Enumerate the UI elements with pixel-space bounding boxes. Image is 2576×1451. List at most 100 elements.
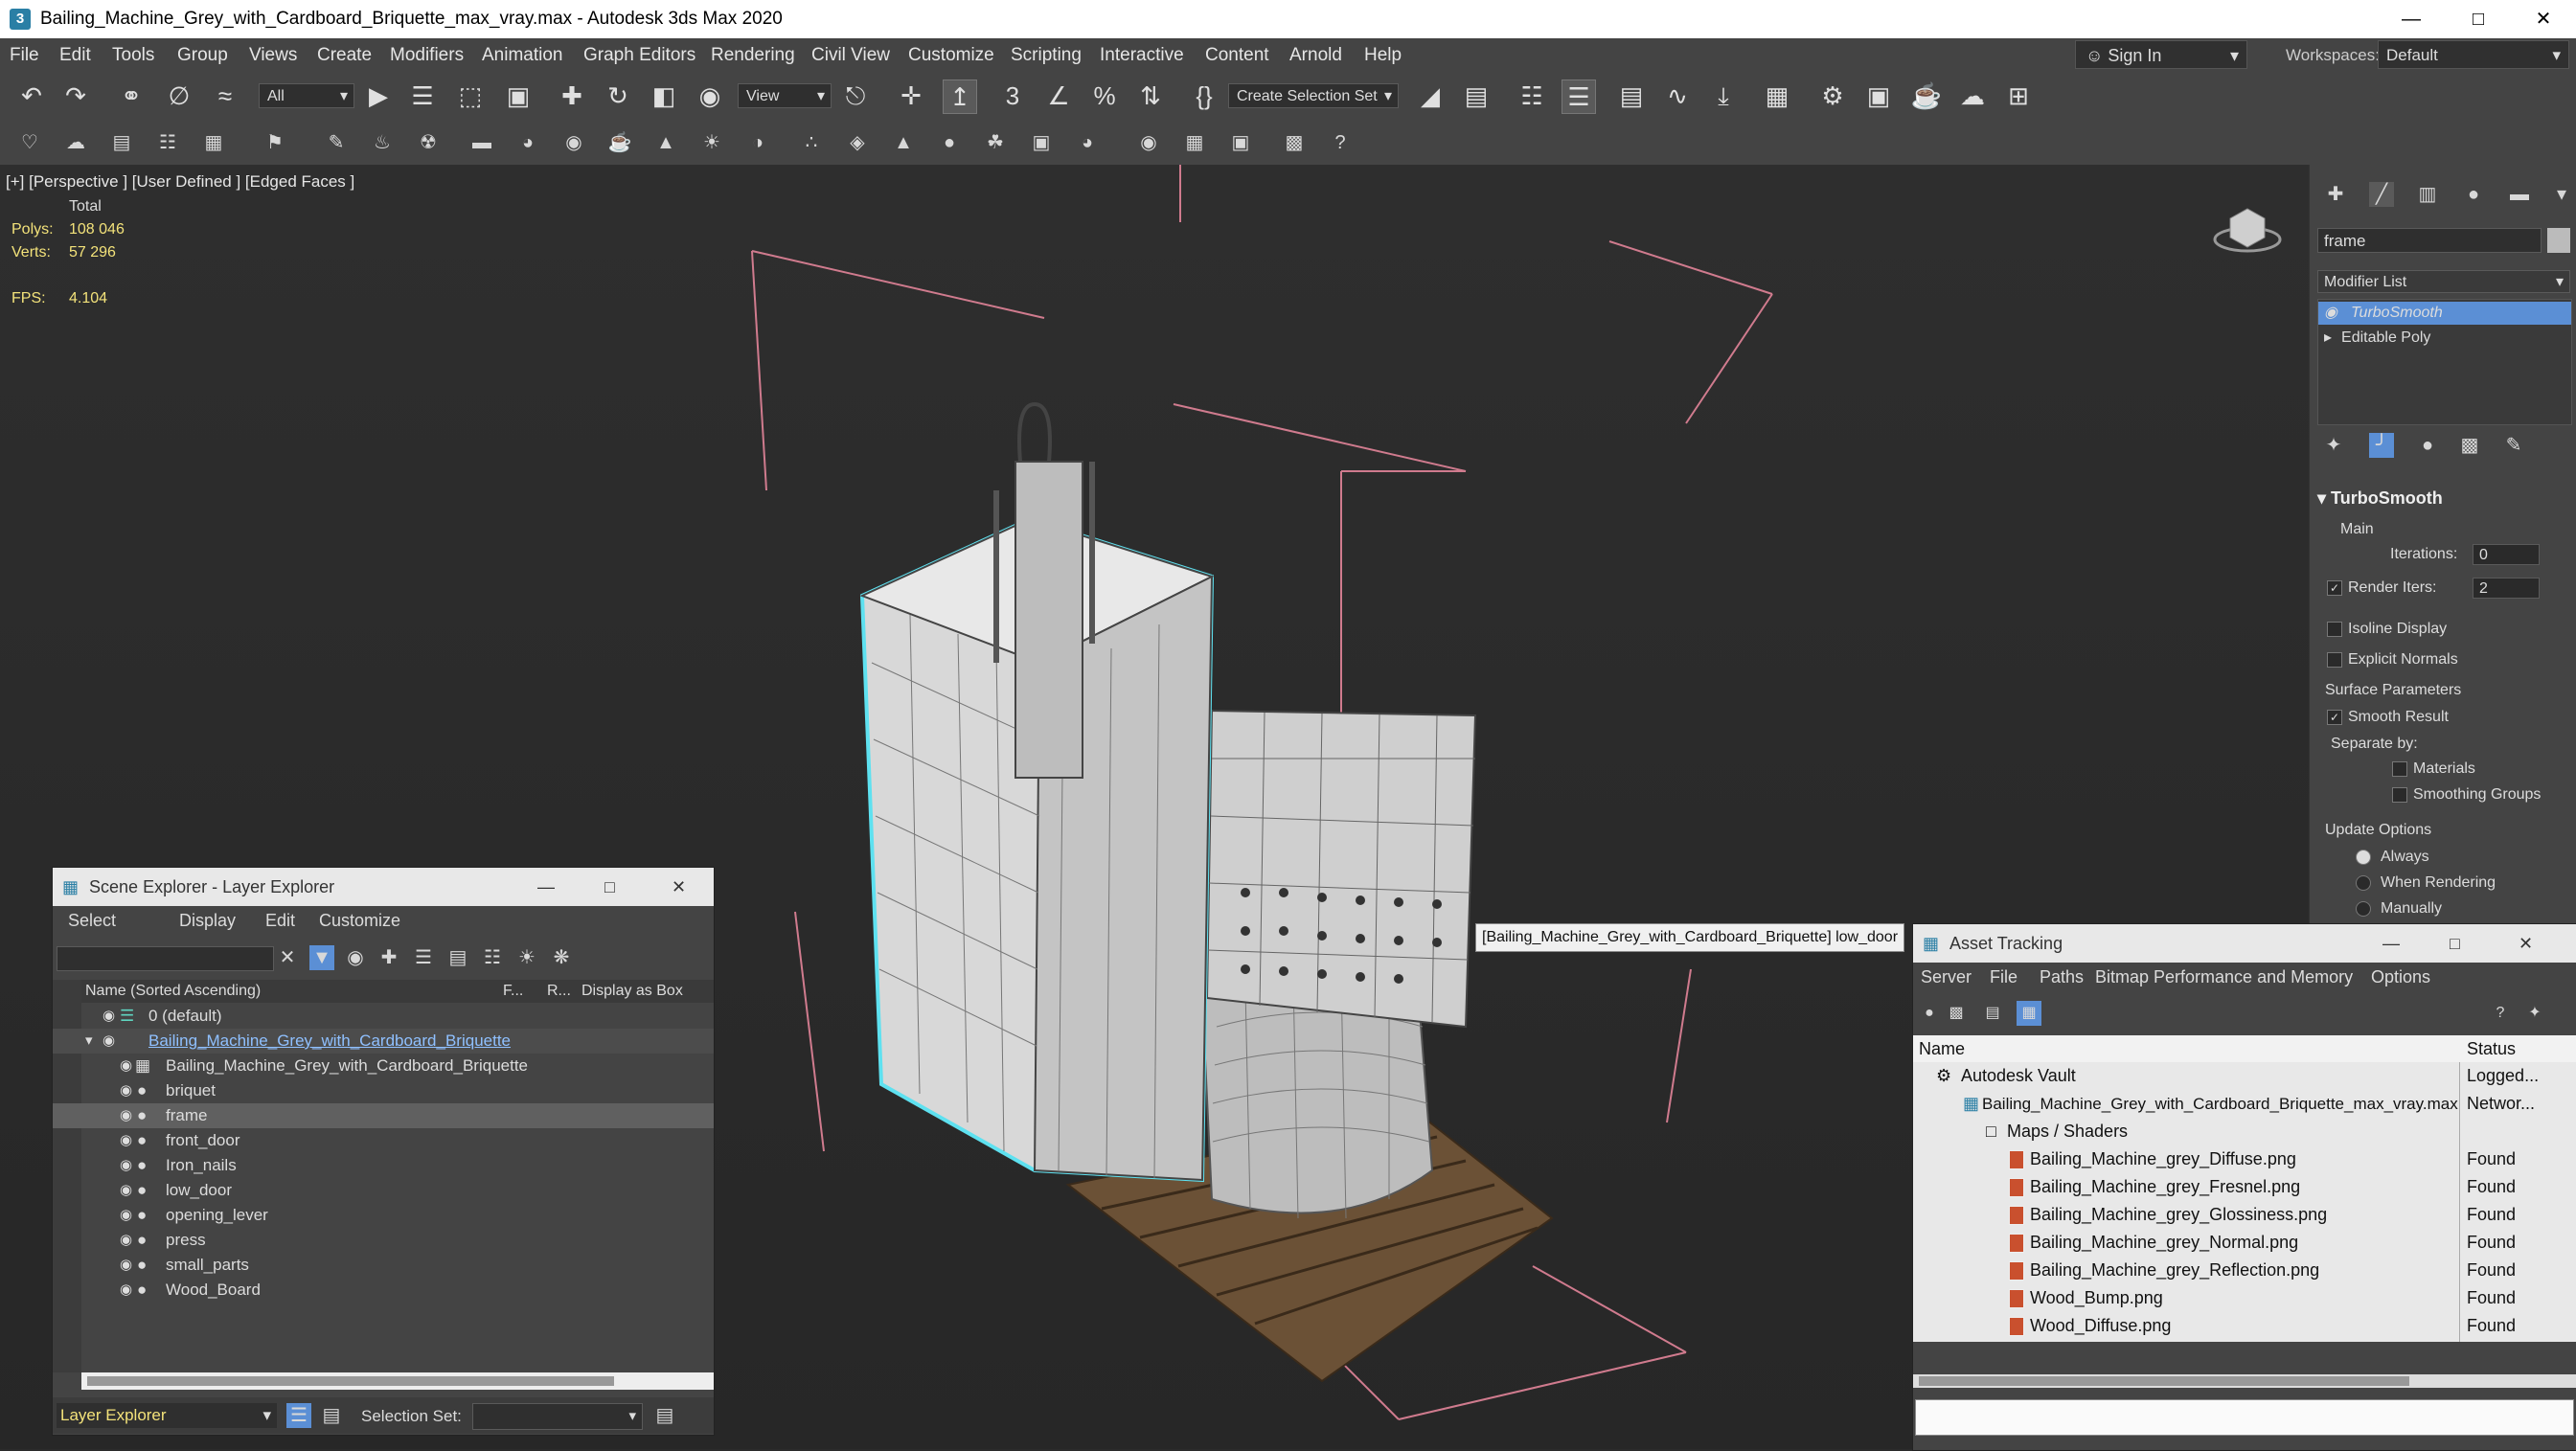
- se-horizontal-scrollbar[interactable]: [81, 1372, 714, 1390]
- workspace-select[interactable]: Default ▾: [2378, 40, 2569, 69]
- eye-icon[interactable]: ◉: [103, 1029, 115, 1054]
- modify-tab-icon[interactable]: ╱: [2369, 182, 2394, 207]
- list-item[interactable]: ◉ ▦ Bailing_Machine_Grey_with_Cardboard_Br…: [53, 1054, 714, 1078]
- bind-space-warp-icon[interactable]: ≈: [209, 79, 241, 112]
- table-row[interactable]: Bailing_Machine_grey_Fresnel.png Found: [1913, 1173, 2576, 1201]
- undo-icon[interactable]: ↶: [15, 79, 48, 112]
- minimize-icon[interactable]: —: [2378, 0, 2445, 38]
- place-icon[interactable]: ◉: [694, 79, 726, 112]
- modifier-list-select[interactable]: Modifier List ▾: [2317, 270, 2570, 293]
- tree-view-icon[interactable]: ▤: [1980, 1001, 2005, 1026]
- scatter-icon[interactable]: ∴: [799, 130, 824, 155]
- angle-snap-icon[interactable]: ∠: [1042, 79, 1075, 112]
- list-item[interactable]: ◉ ● small_parts: [53, 1253, 714, 1278]
- object-name-input[interactable]: frame: [2317, 228, 2542, 253]
- table-row[interactable]: Bailing_Machine_grey_Diffuse.png Found: [1913, 1145, 2576, 1173]
- col-display-box[interactable]: Display as Box: [581, 980, 683, 1003]
- se-menu-customize[interactable]: Customize: [319, 906, 400, 935]
- list-item[interactable]: ◉ ● front_door: [53, 1128, 714, 1153]
- named-selection-set-select[interactable]: Create Selection Set ▾: [1228, 83, 1399, 108]
- scene-explorer-titlebar[interactable]: ▦ Scene Explorer - Layer Explorer — □ ✕: [53, 868, 714, 906]
- at-menu-paths[interactable]: Paths: [2040, 963, 2084, 991]
- vfb-icon[interactable]: ◉: [1136, 130, 1161, 155]
- eye-icon[interactable]: ◉: [120, 1128, 132, 1153]
- sign-in-dropdown[interactable]: ☺ Sign In ▾: [2075, 40, 2247, 69]
- list-item[interactable]: ◉ ☰ 0 (default): [53, 1004, 714, 1029]
- menu-edit[interactable]: Edit: [59, 45, 91, 66]
- table-row[interactable]: Bailing_Machine_grey_Glossiness.png Found: [1913, 1201, 2576, 1229]
- tag-icon[interactable]: ⚑: [262, 130, 287, 155]
- maximize-icon[interactable]: □: [2445, 0, 2512, 38]
- eye-icon[interactable]: ◉: [103, 1004, 115, 1029]
- when-rendering-radio[interactable]: [2356, 875, 2371, 891]
- menu-customize[interactable]: Customize: [908, 45, 994, 66]
- reference-coordinate-select[interactable]: View ▾: [738, 83, 832, 108]
- menu-scripting[interactable]: Scripting: [1011, 45, 1082, 66]
- lock-icon[interactable]: ◉: [343, 945, 368, 970]
- new-layer-icon[interactable]: ✚: [376, 945, 401, 970]
- se-menu-edit[interactable]: Edit: [265, 906, 295, 935]
- materials-checkbox[interactable]: [2392, 761, 2407, 777]
- eye-icon[interactable]: ◉: [120, 1153, 132, 1178]
- menu-modifiers[interactable]: Modifiers: [390, 45, 464, 66]
- help-icon[interactable]: ?: [1328, 130, 1353, 155]
- pivot-point-icon[interactable]: ⎋: [839, 79, 872, 112]
- eye-icon[interactable]: ◉: [120, 1103, 132, 1128]
- smoothing-groups-checkbox[interactable]: [2392, 787, 2407, 803]
- render-setup-icon[interactable]: ⚙: [1816, 79, 1849, 112]
- col-name[interactable]: Name: [1919, 1035, 1965, 1062]
- brush-icon[interactable]: ✎: [324, 130, 349, 155]
- at-menu-bitmap-performance[interactable]: Bitmap Performance and Memory: [2095, 963, 2353, 991]
- remove-modifier-icon[interactable]: ▩: [2457, 433, 2482, 458]
- edit-named-selection-icon[interactable]: {}: [1188, 79, 1220, 112]
- snaps-toggle-icon[interactable]: 3: [996, 79, 1029, 112]
- layers-icon[interactable]: ☰: [286, 1403, 311, 1428]
- list-item[interactable]: ▾ ◉ Bailing_Machine_Grey_with_Cardboard_Br…: [53, 1029, 714, 1054]
- stack-item-turbosmooth[interactable]: ◉ TurboSmooth: [2318, 302, 2571, 325]
- box-icon[interactable]: ▬: [469, 130, 494, 155]
- asset-tracking-titlebar[interactable]: ▦ Asset Tracking — □ ✕: [1913, 924, 2576, 963]
- list-item[interactable]: ◉ ● Iron_nails: [53, 1153, 714, 1178]
- fur-icon[interactable]: ▲: [891, 130, 916, 155]
- menu-create[interactable]: Create: [317, 45, 372, 66]
- eye-icon[interactable]: ◉: [2324, 305, 2337, 321]
- menu-group[interactable]: Group: [177, 45, 228, 66]
- list-icon[interactable]: ☷: [155, 130, 180, 155]
- eye-icon[interactable]: ◉: [120, 1228, 132, 1253]
- align-icon[interactable]: ▤: [1460, 79, 1493, 112]
- eye-icon[interactable]: ◉: [120, 1253, 132, 1278]
- table-row[interactable]: Wood_Bump.png Found: [1913, 1284, 2576, 1312]
- material-editor-icon[interactable]: ▦: [1761, 79, 1793, 112]
- highlight-icon[interactable]: ☀: [514, 945, 539, 970]
- globe-icon[interactable]: ●: [937, 130, 962, 155]
- se-menu-display[interactable]: Display: [179, 906, 236, 935]
- dome-light-icon[interactable]: ◑: [745, 130, 770, 155]
- table-row[interactable]: □ Maps / Shaders: [1913, 1118, 2576, 1145]
- render-production-icon[interactable]: ☕: [1910, 79, 1943, 112]
- menu-content[interactable]: Content: [1205, 45, 1269, 66]
- at-menu-options[interactable]: Options: [2371, 963, 2430, 991]
- unlink-icon[interactable]: ∅: [163, 79, 195, 112]
- filter-icon[interactable]: ▼: [309, 945, 334, 970]
- manage-selection-sets-icon[interactable]: ▤: [652, 1403, 677, 1428]
- plant-icon[interactable]: ☘: [983, 130, 1008, 155]
- toggle-layer-explorer-icon[interactable]: ☰: [1562, 79, 1596, 114]
- at-menu-file[interactable]: File: [1990, 963, 2017, 991]
- list-item[interactable]: ◉ ● Wood_Board: [53, 1278, 714, 1303]
- col-r[interactable]: R...: [547, 980, 571, 1003]
- table-row[interactable]: ▦ Bailing_Machine_Grey_with_Cardboard_Bri…: [1913, 1090, 2576, 1118]
- spinner-snap-icon[interactable]: ⇅: [1134, 79, 1167, 112]
- stack-item-editable-poly[interactable]: ▸ Editable Poly: [2318, 327, 2571, 350]
- scale-icon[interactable]: ◧: [648, 79, 680, 112]
- clear-search-icon[interactable]: ✕: [275, 945, 300, 970]
- menu-help[interactable]: Help: [1364, 45, 1402, 66]
- menu-animation[interactable]: Animation: [482, 45, 563, 66]
- eye-icon[interactable]: ◉: [120, 1178, 132, 1203]
- pin-icon[interactable]: ✦: [2522, 1001, 2547, 1026]
- col-f[interactable]: F...: [503, 980, 523, 1003]
- render-iters-checkbox[interactable]: ✓: [2327, 580, 2342, 596]
- minimize-icon[interactable]: —: [2382, 924, 2400, 963]
- list-item[interactable]: ◉ ● press: [53, 1228, 714, 1253]
- pin-stack-icon[interactable]: ✦: [2321, 433, 2346, 458]
- at-menu-server[interactable]: Server: [1921, 963, 1972, 991]
